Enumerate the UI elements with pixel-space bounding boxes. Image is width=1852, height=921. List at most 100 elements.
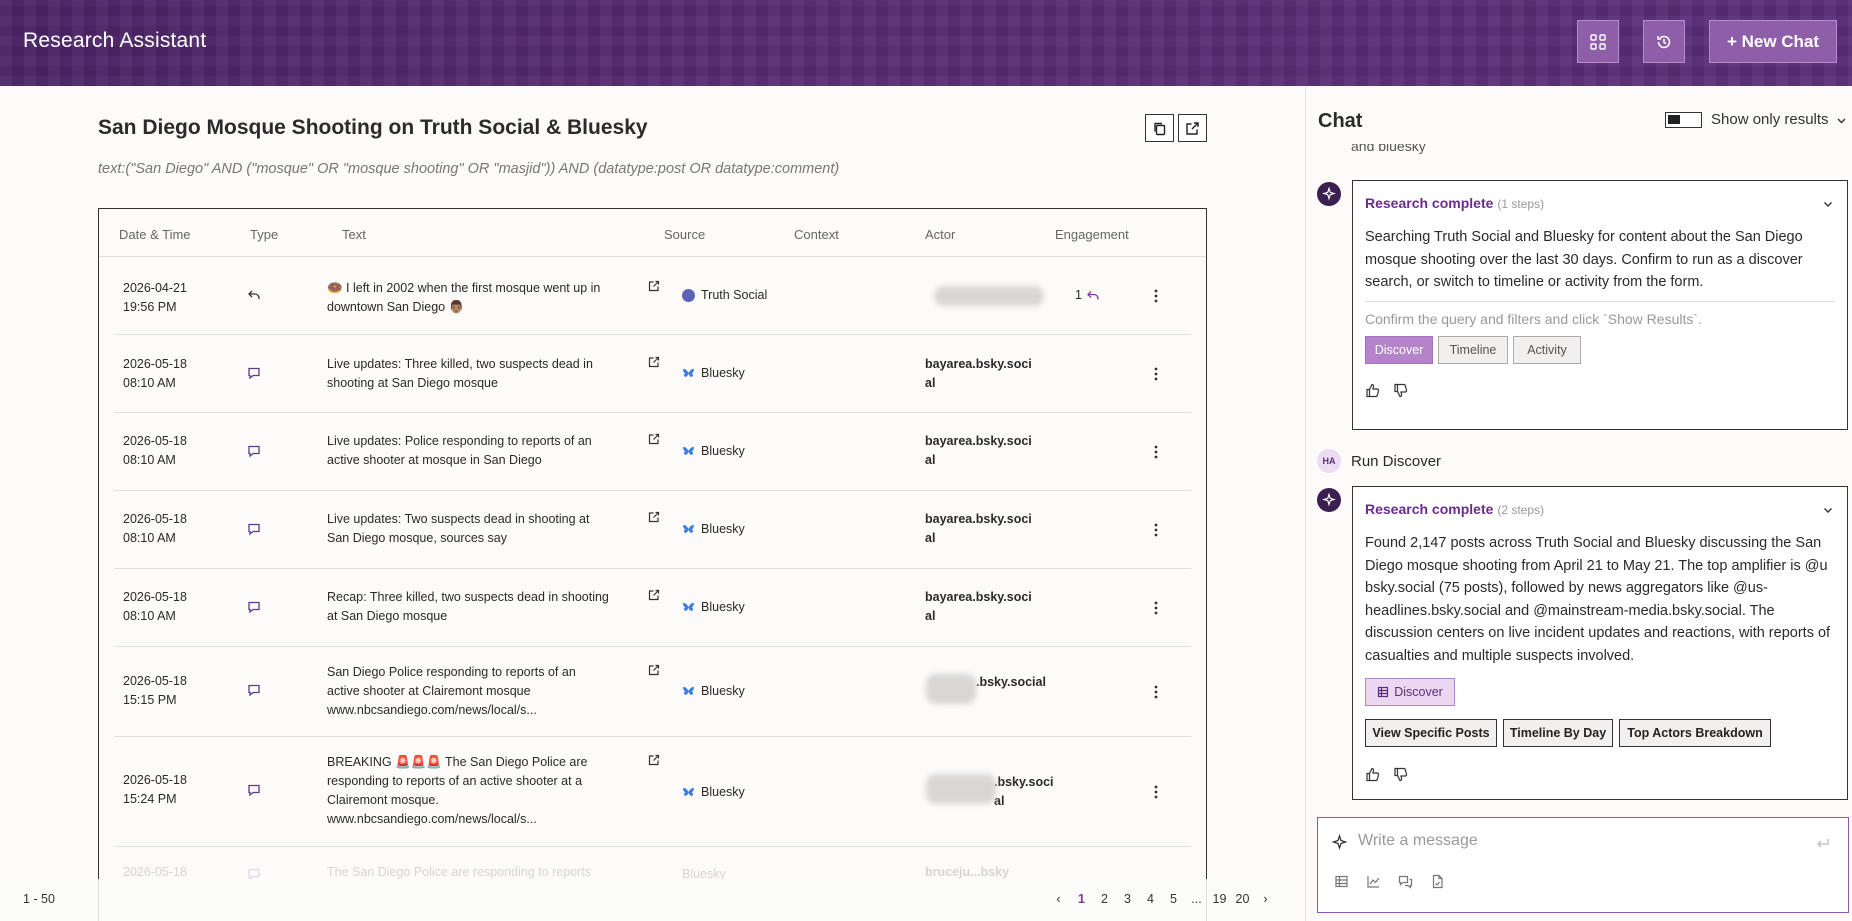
- row-source: Bluesky: [682, 682, 745, 701]
- search-query: text:("San Diego" AND ("mosque" OR "mosq…: [98, 161, 840, 177]
- show-only-results-toggle[interactable]: [1665, 112, 1702, 128]
- table-row[interactable]: 2026-05-18 08:10 AM Recap: Three killed, …: [114, 569, 1191, 647]
- chevron-down-icon[interactable]: [1823, 199, 1833, 209]
- discover-result-chip[interactable]: Discover: [1365, 678, 1455, 706]
- row-actor[interactable]: bayarea.bsky.social: [925, 588, 1035, 626]
- discover-option[interactable]: Discover: [1365, 336, 1433, 364]
- row-text: San Diego Police responding to reports o…: [327, 665, 576, 717]
- row-actor[interactable]: bayarea.bsky.social: [925, 432, 1035, 470]
- table-tool-icon[interactable]: [1334, 874, 1349, 889]
- row-source: Bluesky: [682, 783, 745, 802]
- external-link-icon[interactable]: [648, 589, 660, 601]
- external-link-icon: [1186, 121, 1199, 135]
- grid-icon: [1590, 33, 1606, 50]
- col-engagement[interactable]: Engagement: [1055, 227, 1129, 242]
- row-text: 🍩 I left in 2002 when the first mosque w…: [327, 281, 601, 314]
- col-source[interactable]: Source: [664, 227, 705, 242]
- card-body: Found 2,147 posts across Truth Social an…: [1365, 535, 1831, 664]
- page-20[interactable]: 20: [1231, 889, 1254, 909]
- research-card-1: Research complete (1 steps) Searching Tru…: [1352, 180, 1848, 430]
- row-engagement: 1: [1075, 286, 1100, 305]
- bluesky-icon: [683, 686, 694, 695]
- assistant-avatar: [1317, 182, 1341, 206]
- timeline-option[interactable]: Timeline: [1438, 336, 1508, 364]
- document-tool-icon[interactable]: [1430, 874, 1445, 889]
- history-icon: [1657, 35, 1671, 48]
- chevron-down-icon[interactable]: [1823, 505, 1833, 515]
- more-options-icon[interactable]: [1154, 685, 1158, 699]
- copy-button[interactable]: [1145, 114, 1174, 142]
- chart-tool-icon[interactable]: [1366, 874, 1381, 889]
- external-link-icon[interactable]: [648, 511, 660, 523]
- row-actor[interactable]: bayarea.bsky.social: [925, 510, 1035, 548]
- thumbs-up-icon[interactable]: [1365, 383, 1380, 398]
- pagination-bar: 1 - 50 ‹ 1 2 3 4 5 ... 19 20 ›: [0, 879, 1305, 921]
- thumbs-down-icon[interactable]: [1393, 383, 1408, 398]
- table-row[interactable]: 2026-05-18 08:10 AM Live updates: Police …: [114, 413, 1191, 491]
- row-date: 2026-05-18 08:10 AM: [123, 512, 187, 545]
- research-card-2: Research complete (2 steps) Found 2,147 p…: [1352, 486, 1848, 800]
- toggle-label: Show only results: [1711, 111, 1829, 128]
- comments-tool-icon[interactable]: [1398, 874, 1413, 889]
- timeline-by-day-button[interactable]: Timeline By Day: [1503, 719, 1613, 747]
- page-2[interactable]: 2: [1093, 889, 1116, 909]
- external-link-icon[interactable]: [648, 664, 660, 676]
- comment-icon: [248, 684, 260, 697]
- thumbs-up-icon[interactable]: [1365, 767, 1380, 782]
- card-header[interactable]: Research complete (1 steps): [1365, 195, 1544, 211]
- thumbs-down-icon[interactable]: [1393, 767, 1408, 782]
- sparkle-icon: [1322, 187, 1336, 201]
- redacted-actor: [926, 674, 976, 704]
- enter-icon[interactable]: [1815, 836, 1830, 851]
- row-actor[interactable]: .bsky.social: [976, 673, 1046, 692]
- table-row[interactable]: 2026-04-21 19:56 PM 🍩 I left in 2002 when…: [114, 257, 1191, 335]
- page-4[interactable]: 4: [1139, 889, 1162, 909]
- external-link-icon[interactable]: [648, 433, 660, 445]
- new-chat-button[interactable]: + New Chat: [1709, 20, 1837, 63]
- page-title: San Diego Mosque Shooting on Truth Socia…: [98, 116, 648, 139]
- table-row[interactable]: 2026-05-18 08:10 AM Live updates: Three k…: [114, 335, 1191, 413]
- more-options-icon[interactable]: [1154, 445, 1158, 459]
- next-page-icon[interactable]: ›: [1254, 889, 1277, 909]
- more-options-icon[interactable]: [1154, 367, 1158, 381]
- card-header[interactable]: Research complete (2 steps): [1365, 501, 1544, 517]
- open-external-button[interactable]: [1178, 114, 1207, 142]
- page-3[interactable]: 3: [1116, 889, 1139, 909]
- view-specific-posts-button[interactable]: View Specific Posts: [1365, 719, 1497, 747]
- comment-icon: [248, 523, 260, 536]
- chevron-down-icon[interactable]: [1836, 115, 1847, 126]
- message-input[interactable]: [1358, 832, 1778, 850]
- row-text: Live updates: Two suspects dead in shoot…: [327, 512, 590, 545]
- col-text[interactable]: Text: [342, 227, 366, 242]
- history-button[interactable]: [1643, 20, 1685, 63]
- col-type[interactable]: Type: [250, 227, 278, 242]
- row-source: Bluesky: [682, 442, 745, 461]
- external-link-icon[interactable]: [648, 754, 660, 766]
- col-context[interactable]: Context: [794, 227, 839, 242]
- row-actor[interactable]: .bsky.social: [994, 773, 1054, 811]
- results-table: Date & Time Type Text Source Context Act…: [98, 208, 1207, 921]
- row-date: 2026-04-21 19:56 PM: [123, 281, 187, 314]
- prev-page-icon[interactable]: ‹: [1047, 889, 1070, 909]
- col-date[interactable]: Date & Time: [119, 227, 191, 242]
- col-actor[interactable]: Actor: [925, 227, 955, 242]
- external-link-icon[interactable]: [648, 280, 660, 292]
- table-row[interactable]: 2026-05-18 15:15 PM San Diego Police resp…: [114, 647, 1191, 737]
- table-row[interactable]: 2026-05-18 08:10 AM Live updates: Two sus…: [114, 491, 1191, 569]
- app-title: Research Assistant: [23, 29, 207, 52]
- page-5[interactable]: 5: [1162, 889, 1185, 909]
- external-link-icon[interactable]: [648, 356, 660, 368]
- more-options-icon[interactable]: [1154, 523, 1158, 537]
- page-19[interactable]: 19: [1208, 889, 1231, 909]
- more-options-icon[interactable]: [1154, 785, 1158, 799]
- more-options-icon[interactable]: [1154, 601, 1158, 615]
- row-actor[interactable]: bayarea.bsky.social: [925, 355, 1035, 393]
- page-1[interactable]: 1: [1070, 889, 1093, 909]
- table-row[interactable]: 2026-05-18 15:24 PM BREAKING 🚨🚨🚨 The San …: [114, 737, 1191, 847]
- activity-option[interactable]: Activity: [1513, 336, 1581, 364]
- top-actors-breakdown-button[interactable]: Top Actors Breakdown: [1619, 719, 1771, 747]
- row-source: Bluesky: [682, 598, 745, 617]
- reply-count-icon: [1087, 290, 1099, 299]
- more-options-icon[interactable]: [1154, 289, 1158, 303]
- apps-grid-button[interactable]: [1577, 20, 1619, 63]
